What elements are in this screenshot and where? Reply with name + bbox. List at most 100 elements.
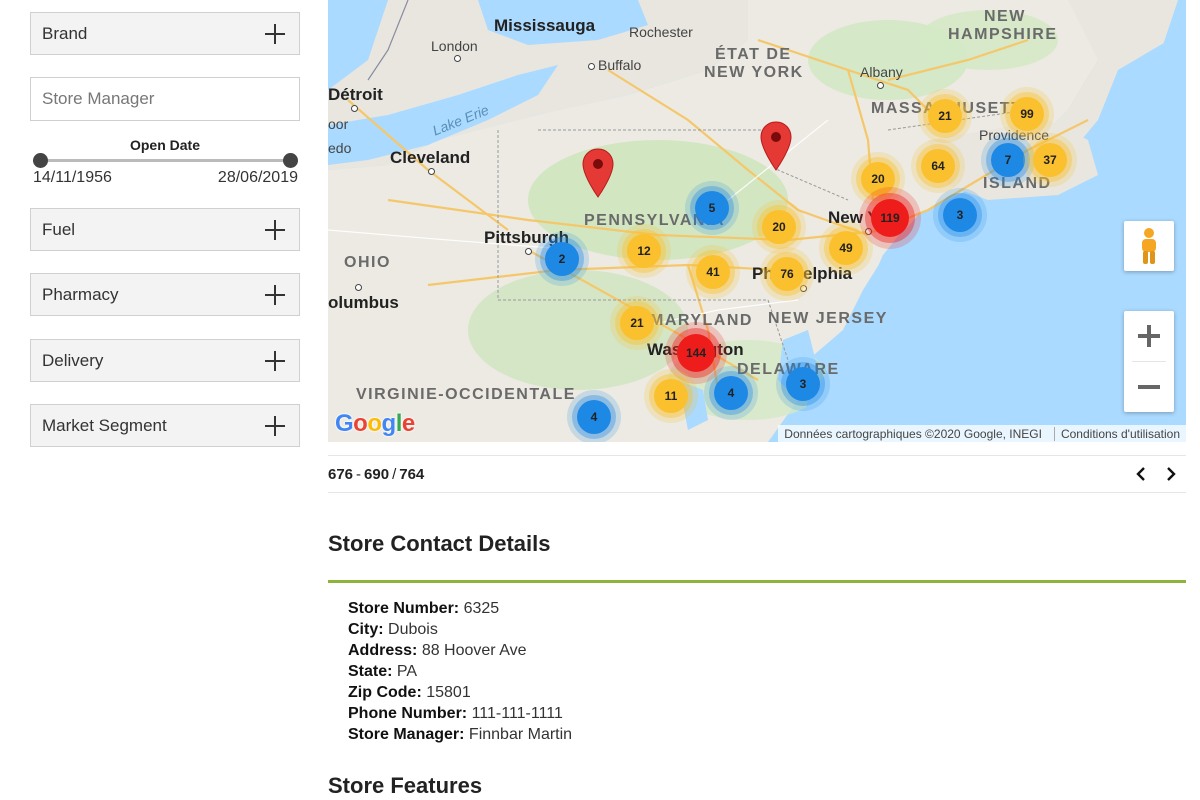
- open-date-max-value: 28/06/2019: [217, 169, 298, 186]
- filter-pharmacy[interactable]: Pharmacy: [30, 273, 300, 316]
- filter-fuel[interactable]: Fuel: [30, 208, 300, 251]
- store-contact-details: Store Number: 6325 City: Dubois Address:…: [348, 598, 572, 745]
- zoom-out-button[interactable]: [1124, 362, 1174, 412]
- marker-cluster[interactable]: 2: [545, 242, 579, 276]
- map-label-mississauga: Mississauga: [494, 16, 596, 35]
- marker-cluster[interactable]: 7: [991, 143, 1025, 177]
- filter-market-segment[interactable]: Market Segment: [30, 404, 300, 447]
- expand-plus-icon[interactable]: [265, 415, 285, 436]
- marker-cluster[interactable]: 12: [627, 234, 661, 268]
- page-range-start: 676: [328, 465, 354, 483]
- map-label-providence: Providence: [979, 127, 1050, 143]
- map-label-hampshire: HAMPSHIRE: [948, 26, 1058, 43]
- marker-cluster[interactable]: 21: [928, 99, 962, 133]
- detail-city: City: Dubois: [348, 619, 572, 640]
- marker-cluster[interactable]: 49: [829, 231, 863, 265]
- next-page-button[interactable]: [1162, 465, 1180, 483]
- marker-cluster[interactable]: 5: [695, 191, 729, 225]
- city-dot: [525, 248, 532, 255]
- store-manager-input[interactable]: [30, 77, 300, 121]
- map-label-virginie-occidentale: VIRGINIE-OCCIDENTALE: [356, 386, 576, 403]
- city-dot: [351, 105, 358, 112]
- marker-cluster[interactable]: 4: [714, 376, 748, 410]
- store-features-heading: Store Features: [328, 773, 483, 798]
- detail-label: Store Number:: [348, 600, 460, 617]
- expand-plus-icon[interactable]: [265, 350, 285, 371]
- detail-label: Phone Number:: [348, 705, 468, 722]
- detail-label: Zip Code:: [348, 684, 422, 701]
- marker-cluster[interactable]: 20: [762, 210, 796, 244]
- marker-cluster[interactable]: 3: [786, 367, 820, 401]
- filter-brand[interactable]: Brand: [30, 12, 300, 55]
- detail-address: Address: 88 Hoover Ave: [348, 640, 572, 661]
- page-total: 764: [399, 465, 425, 483]
- detail-value: 111-111-1111: [471, 705, 563, 722]
- city-dot: [588, 63, 595, 70]
- map-label-edo-partial: edo: [328, 140, 352, 156]
- marker-cluster[interactable]: 76: [770, 257, 804, 291]
- detail-value: 88 Hoover Ave: [421, 642, 527, 659]
- filter-fuel-label: Fuel: [42, 219, 76, 239]
- pagination-count: 676-690/764: [328, 465, 425, 483]
- street-view-pegman-button[interactable]: [1124, 221, 1174, 271]
- filter-pharmacy-label: Pharmacy: [42, 284, 119, 304]
- expand-plus-icon[interactable]: [265, 284, 285, 305]
- detail-value: PA: [396, 663, 418, 680]
- detail-label: Store Manager:: [348, 726, 465, 743]
- map-label-albany: Albany: [860, 64, 903, 80]
- open-date-min-value: 14/11/1956: [33, 169, 112, 186]
- detail-store-number: Store Number: 6325: [348, 598, 572, 619]
- marker-cluster[interactable]: 144: [677, 334, 715, 372]
- city-dot: [355, 284, 362, 291]
- marker-cluster[interactable]: 119: [871, 199, 909, 237]
- zoom-control: [1124, 311, 1174, 412]
- city-dot: [865, 228, 872, 235]
- expand-plus-icon[interactable]: [265, 219, 285, 240]
- section-divider: [328, 580, 1186, 583]
- marker-cluster[interactable]: 4: [577, 400, 611, 434]
- marker-cluster[interactable]: 99: [1010, 97, 1044, 131]
- detail-value: 15801: [426, 684, 471, 701]
- store-contact-heading: Store Contact Details: [328, 531, 551, 556]
- marker-cluster[interactable]: 37: [1033, 143, 1067, 177]
- map-label-ohio: OHIO: [344, 254, 391, 271]
- detail-label: Address:: [348, 642, 418, 659]
- city-dot: [877, 82, 884, 89]
- map-label-island: ISLAND: [983, 175, 1052, 192]
- marker-cluster[interactable]: 3: [943, 198, 977, 232]
- map-data-credit: Données cartographiques ©2020 Google, IN…: [784, 426, 1042, 441]
- open-date-min-handle[interactable]: [33, 153, 48, 168]
- store-pin-icon[interactable]: [760, 121, 792, 171]
- map-label-columbus: olumbus: [328, 293, 399, 312]
- expand-plus-icon[interactable]: [265, 23, 285, 44]
- detail-value: 6325: [463, 600, 500, 617]
- open-date-max-handle[interactable]: [283, 153, 298, 168]
- store-map[interactable]: Mississauga Rochester London Buffalo ÉTA…: [328, 0, 1186, 442]
- filter-market-segment-label: Market Segment: [42, 415, 167, 435]
- map-label-london: London: [431, 38, 478, 54]
- marker-cluster[interactable]: 11: [654, 379, 688, 413]
- marker-cluster[interactable]: 64: [921, 149, 955, 183]
- google-logo: Google: [335, 410, 415, 437]
- detail-value: Finnbar Martin: [468, 726, 573, 743]
- city-dot: [428, 168, 435, 175]
- detail-label: State:: [348, 663, 393, 680]
- open-date-label: Open Date: [129, 137, 200, 153]
- previous-page-button[interactable]: [1132, 465, 1150, 483]
- store-pin-icon[interactable]: [582, 148, 614, 198]
- zoom-in-button[interactable]: [1124, 311, 1174, 361]
- detail-zip-code: Zip Code: 15801: [348, 682, 572, 703]
- open-date-slider-track[interactable]: [40, 159, 290, 162]
- marker-cluster[interactable]: 20: [861, 162, 895, 196]
- map-label-new: NEW: [984, 8, 1026, 25]
- chevron-left-icon: [1136, 467, 1145, 481]
- plus-icon: [1138, 325, 1160, 347]
- minus-icon: [1138, 385, 1160, 389]
- detail-label: City:: [348, 621, 384, 638]
- marker-cluster[interactable]: 21: [620, 306, 654, 340]
- marker-cluster[interactable]: 41: [696, 255, 730, 289]
- terms-of-use-link[interactable]: Conditions d'utilisation: [1053, 426, 1180, 441]
- map-label-new-jersey: NEW JERSEY: [768, 310, 888, 327]
- map-label-rochester: Rochester: [629, 24, 693, 40]
- filter-delivery[interactable]: Delivery: [30, 339, 300, 382]
